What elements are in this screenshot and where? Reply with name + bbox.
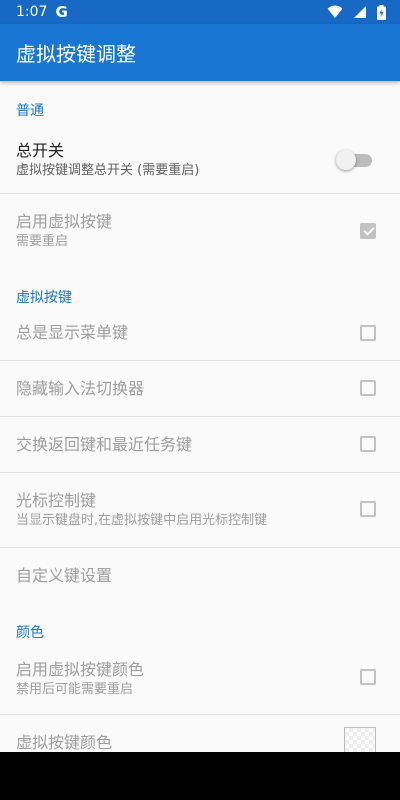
google-g-icon: G [55, 3, 68, 21]
pref-enable-virtual-keys-title: 启用虚拟按键 [16, 212, 113, 231]
pref-swap-back-recent[interactable]: 交换返回键和最近任务键 [0, 417, 400, 472]
pref-enable-virtual-keys-summary: 需要重启 [16, 234, 69, 249]
pref-enable-key-color-title: 启用虚拟按键颜色 [16, 660, 145, 679]
pref-custom-keys-title: 自定义键设置 [16, 565, 113, 585]
pref-swap-back-recent-title: 交换返回键和最近任务键 [16, 434, 193, 454]
pref-key-color-title: 虚拟按键颜色 [16, 733, 113, 752]
section-header-color: 颜色 [16, 625, 44, 641]
pref-cursor-keys[interactable]: 光标控制键 当显示键盘时,在虚拟按键中启用光标控制键 [0, 473, 400, 547]
status-bar: 1:07 G [0, 0, 400, 24]
app-title: 虚拟按键调整 [16, 42, 136, 66]
enable-virtual-keys-checkbox[interactable] [360, 223, 376, 239]
wifi-icon [327, 5, 343, 18]
swap-back-recent-checkbox[interactable] [360, 436, 376, 452]
pref-hide-ime-switcher[interactable]: 隐藏输入法切换器 [0, 361, 400, 416]
pref-enable-key-color[interactable]: 启用虚拟按键颜色 禁用后可能需要重启 [0, 644, 400, 714]
pref-master-switch[interactable]: 总开关 虚拟按键调整总开关 (需要重启) [0, 128, 400, 192]
toggle-thumb [336, 150, 356, 170]
section-header-general: 普通 [16, 103, 44, 119]
pref-enable-key-color-summary: 禁用后可能需要重启 [16, 682, 134, 697]
hide-ime-switcher-checkbox[interactable] [360, 380, 376, 396]
pref-hide-ime-switcher-title: 隐藏输入法切换器 [16, 378, 145, 398]
navigation-bar [0, 752, 400, 800]
status-right [327, 4, 386, 20]
cursor-keys-checkbox[interactable] [360, 501, 376, 517]
signal-icon [354, 6, 366, 18]
pref-always-show-menu[interactable]: 总是显示菜单键 [0, 306, 400, 360]
divider [0, 714, 400, 715]
pref-always-show-menu-title: 总是显示菜单键 [16, 323, 129, 342]
divider [0, 193, 400, 194]
pref-cursor-keys-title: 光标控制键 [16, 491, 97, 510]
status-left: 1:07 G [16, 3, 68, 21]
pref-cursor-keys-summary: 当显示键盘时,在虚拟按键中启用光标控制键 [16, 513, 268, 528]
section-header-virtual-keys: 虚拟按键 [16, 290, 72, 306]
pref-custom-keys[interactable]: 自定义键设置 [0, 548, 400, 603]
enable-key-color-checkbox[interactable] [360, 669, 376, 685]
battery-charging-icon [377, 4, 386, 20]
status-time: 1:07 [16, 4, 48, 20]
always-show-menu-checkbox[interactable] [360, 325, 376, 341]
pref-enable-virtual-keys[interactable]: 启用虚拟按键 需要重启 [0, 198, 400, 264]
app-bar: 虚拟按键调整 [0, 24, 400, 81]
master-switch-toggle[interactable] [336, 150, 372, 170]
